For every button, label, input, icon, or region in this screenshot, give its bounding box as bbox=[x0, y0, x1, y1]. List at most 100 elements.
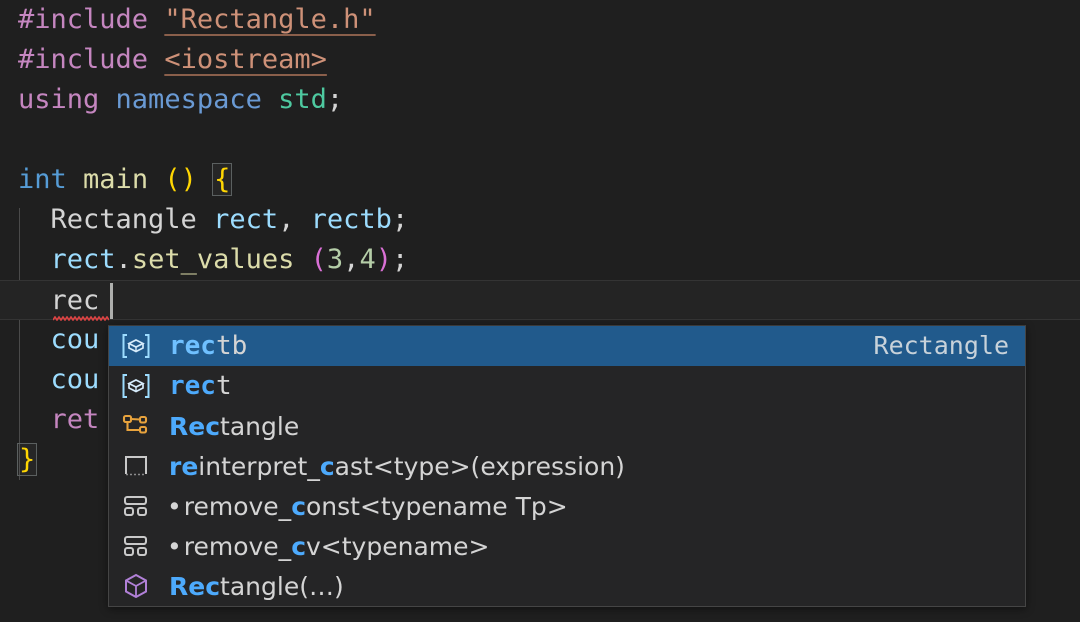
include-directive-2: #include bbox=[18, 44, 149, 75]
module-icon bbox=[115, 566, 157, 606]
suggest-match-text: c bbox=[291, 531, 307, 561]
header-angle-literal[interactable]: <iostream> bbox=[164, 44, 327, 75]
semicolon: ; bbox=[326, 84, 344, 115]
suggest-match-text: c bbox=[291, 491, 307, 521]
suggest-match-text: re bbox=[169, 451, 199, 481]
open-paren: ( bbox=[310, 244, 327, 275]
suggest-rest-text: tangle(…) bbox=[220, 571, 344, 601]
suggest-item-rectb[interactable]: rectb Rectangle bbox=[109, 326, 1025, 366]
comma: , bbox=[278, 204, 295, 235]
code-line-5[interactable]: int main () { bbox=[0, 160, 1080, 200]
code-line-6[interactable]: Rectangle rect, rectb; bbox=[0, 200, 1080, 240]
suggest-match-text: Rec bbox=[169, 571, 221, 601]
cout-partial-1: cou bbox=[50, 324, 100, 355]
code-line-4-blank[interactable] bbox=[0, 120, 1080, 160]
suggest-rest-b: v<typename> bbox=[306, 531, 490, 561]
rectb-identifier: rectb bbox=[310, 204, 392, 235]
code-line-8-current[interactable]: rec bbox=[0, 280, 1080, 320]
suggest-item-label: Rectangle bbox=[169, 412, 299, 441]
suggest-match-text: rec bbox=[169, 331, 216, 361]
suggest-item-reinterpret-cast[interactable]: reinterpret_cast<type>(expression) bbox=[109, 446, 1025, 486]
text-caret bbox=[110, 283, 113, 319]
suggest-rest-b: onst<typename Tp> bbox=[306, 491, 568, 521]
suggest-rest-text: t bbox=[215, 371, 232, 401]
keyword-snippet-icon bbox=[115, 446, 157, 486]
autocomplete-suggest-widget[interactable]: rectb Rectangle rect Rectangle reinterpr… bbox=[108, 325, 1026, 607]
suggest-item-rectangle-constructor[interactable]: Rectangle(…) bbox=[109, 566, 1025, 606]
suggest-item-remove-const[interactable]: • remove_const<typename Tp> bbox=[109, 486, 1025, 526]
suggest-item-bullet: • bbox=[167, 531, 182, 561]
suggest-match-text-2: c bbox=[319, 451, 335, 481]
namespace-keyword: namespace bbox=[115, 84, 262, 115]
variable-icon bbox=[115, 366, 157, 406]
code-line-7[interactable]: rect.set_values (3,4); bbox=[0, 240, 1080, 280]
rect-identifier: rect bbox=[50, 244, 116, 275]
rectangle-type: Rectangle bbox=[50, 204, 197, 235]
suggest-rest-a: remove_ bbox=[183, 491, 292, 521]
suggest-item-label: Rectangle(…) bbox=[169, 572, 344, 601]
suggest-rest-text: tangle bbox=[220, 411, 300, 441]
variable-icon bbox=[115, 326, 157, 366]
suggest-item-remove-cv[interactable]: • remove_cv<typename> bbox=[109, 526, 1025, 566]
error-squiggle-icon bbox=[53, 316, 109, 321]
struct-icon bbox=[115, 526, 157, 566]
suggest-rest-b: ast<type>(expression) bbox=[334, 451, 625, 481]
open-paren: ( bbox=[164, 164, 181, 195]
suggest-match-text: Rec bbox=[169, 411, 221, 441]
code-line-1[interactable]: #include "Rectangle.h" bbox=[0, 0, 1080, 40]
include-directive-1: #include bbox=[18, 4, 149, 35]
struct-icon bbox=[115, 486, 157, 526]
typed-prefix-text: rec bbox=[50, 285, 100, 316]
semicolon: ; bbox=[391, 244, 409, 275]
close-paren: ) bbox=[375, 244, 392, 275]
class-icon bbox=[115, 406, 157, 446]
suggest-item-rectangle-class[interactable]: Rectangle bbox=[109, 406, 1025, 446]
code-line-2[interactable]: #include <iostream> bbox=[0, 40, 1080, 80]
suggest-item-rect[interactable]: rect bbox=[109, 366, 1025, 406]
suggest-rest-a: interpret_ bbox=[198, 451, 320, 481]
code-editor[interactable]: #include "Rectangle.h" #include <iostrea… bbox=[0, 0, 1080, 622]
arg-three: 3 bbox=[326, 244, 344, 275]
main-identifier: main bbox=[83, 164, 149, 195]
arg-four: 4 bbox=[359, 244, 376, 275]
suggest-item-label: remove_const<typename Tp> bbox=[184, 492, 568, 521]
cout-partial-2: cou bbox=[50, 364, 100, 395]
header-string-literal[interactable]: "Rectangle.h" bbox=[164, 4, 375, 35]
suggest-item-label: remove_cv<typename> bbox=[184, 532, 490, 561]
close-paren: ) bbox=[180, 164, 197, 195]
suggest-item-label: rectb bbox=[169, 331, 247, 361]
std-identifier: std bbox=[278, 84, 327, 115]
semicolon: ; bbox=[391, 204, 409, 235]
using-keyword: using bbox=[18, 84, 100, 115]
code-line-3[interactable]: using namespace std; bbox=[0, 80, 1080, 120]
suggest-item-label: rect bbox=[169, 371, 232, 401]
suggest-rest-text: tb bbox=[215, 331, 248, 361]
set-values-identifier: set_values bbox=[131, 244, 295, 275]
matching-open-brace: { bbox=[212, 163, 233, 196]
int-keyword: int bbox=[18, 164, 67, 195]
rect-identifier: rect bbox=[213, 204, 279, 235]
suggest-match-text: rec bbox=[169, 371, 216, 401]
dot-operator: . bbox=[115, 244, 132, 275]
suggest-rest-a: remove_ bbox=[183, 531, 292, 561]
suggest-item-label: reinterpret_cast<type>(expression) bbox=[169, 452, 625, 481]
suggest-item-bullet: • bbox=[167, 491, 182, 521]
return-partial: ret bbox=[50, 404, 100, 435]
comma: , bbox=[343, 244, 360, 275]
